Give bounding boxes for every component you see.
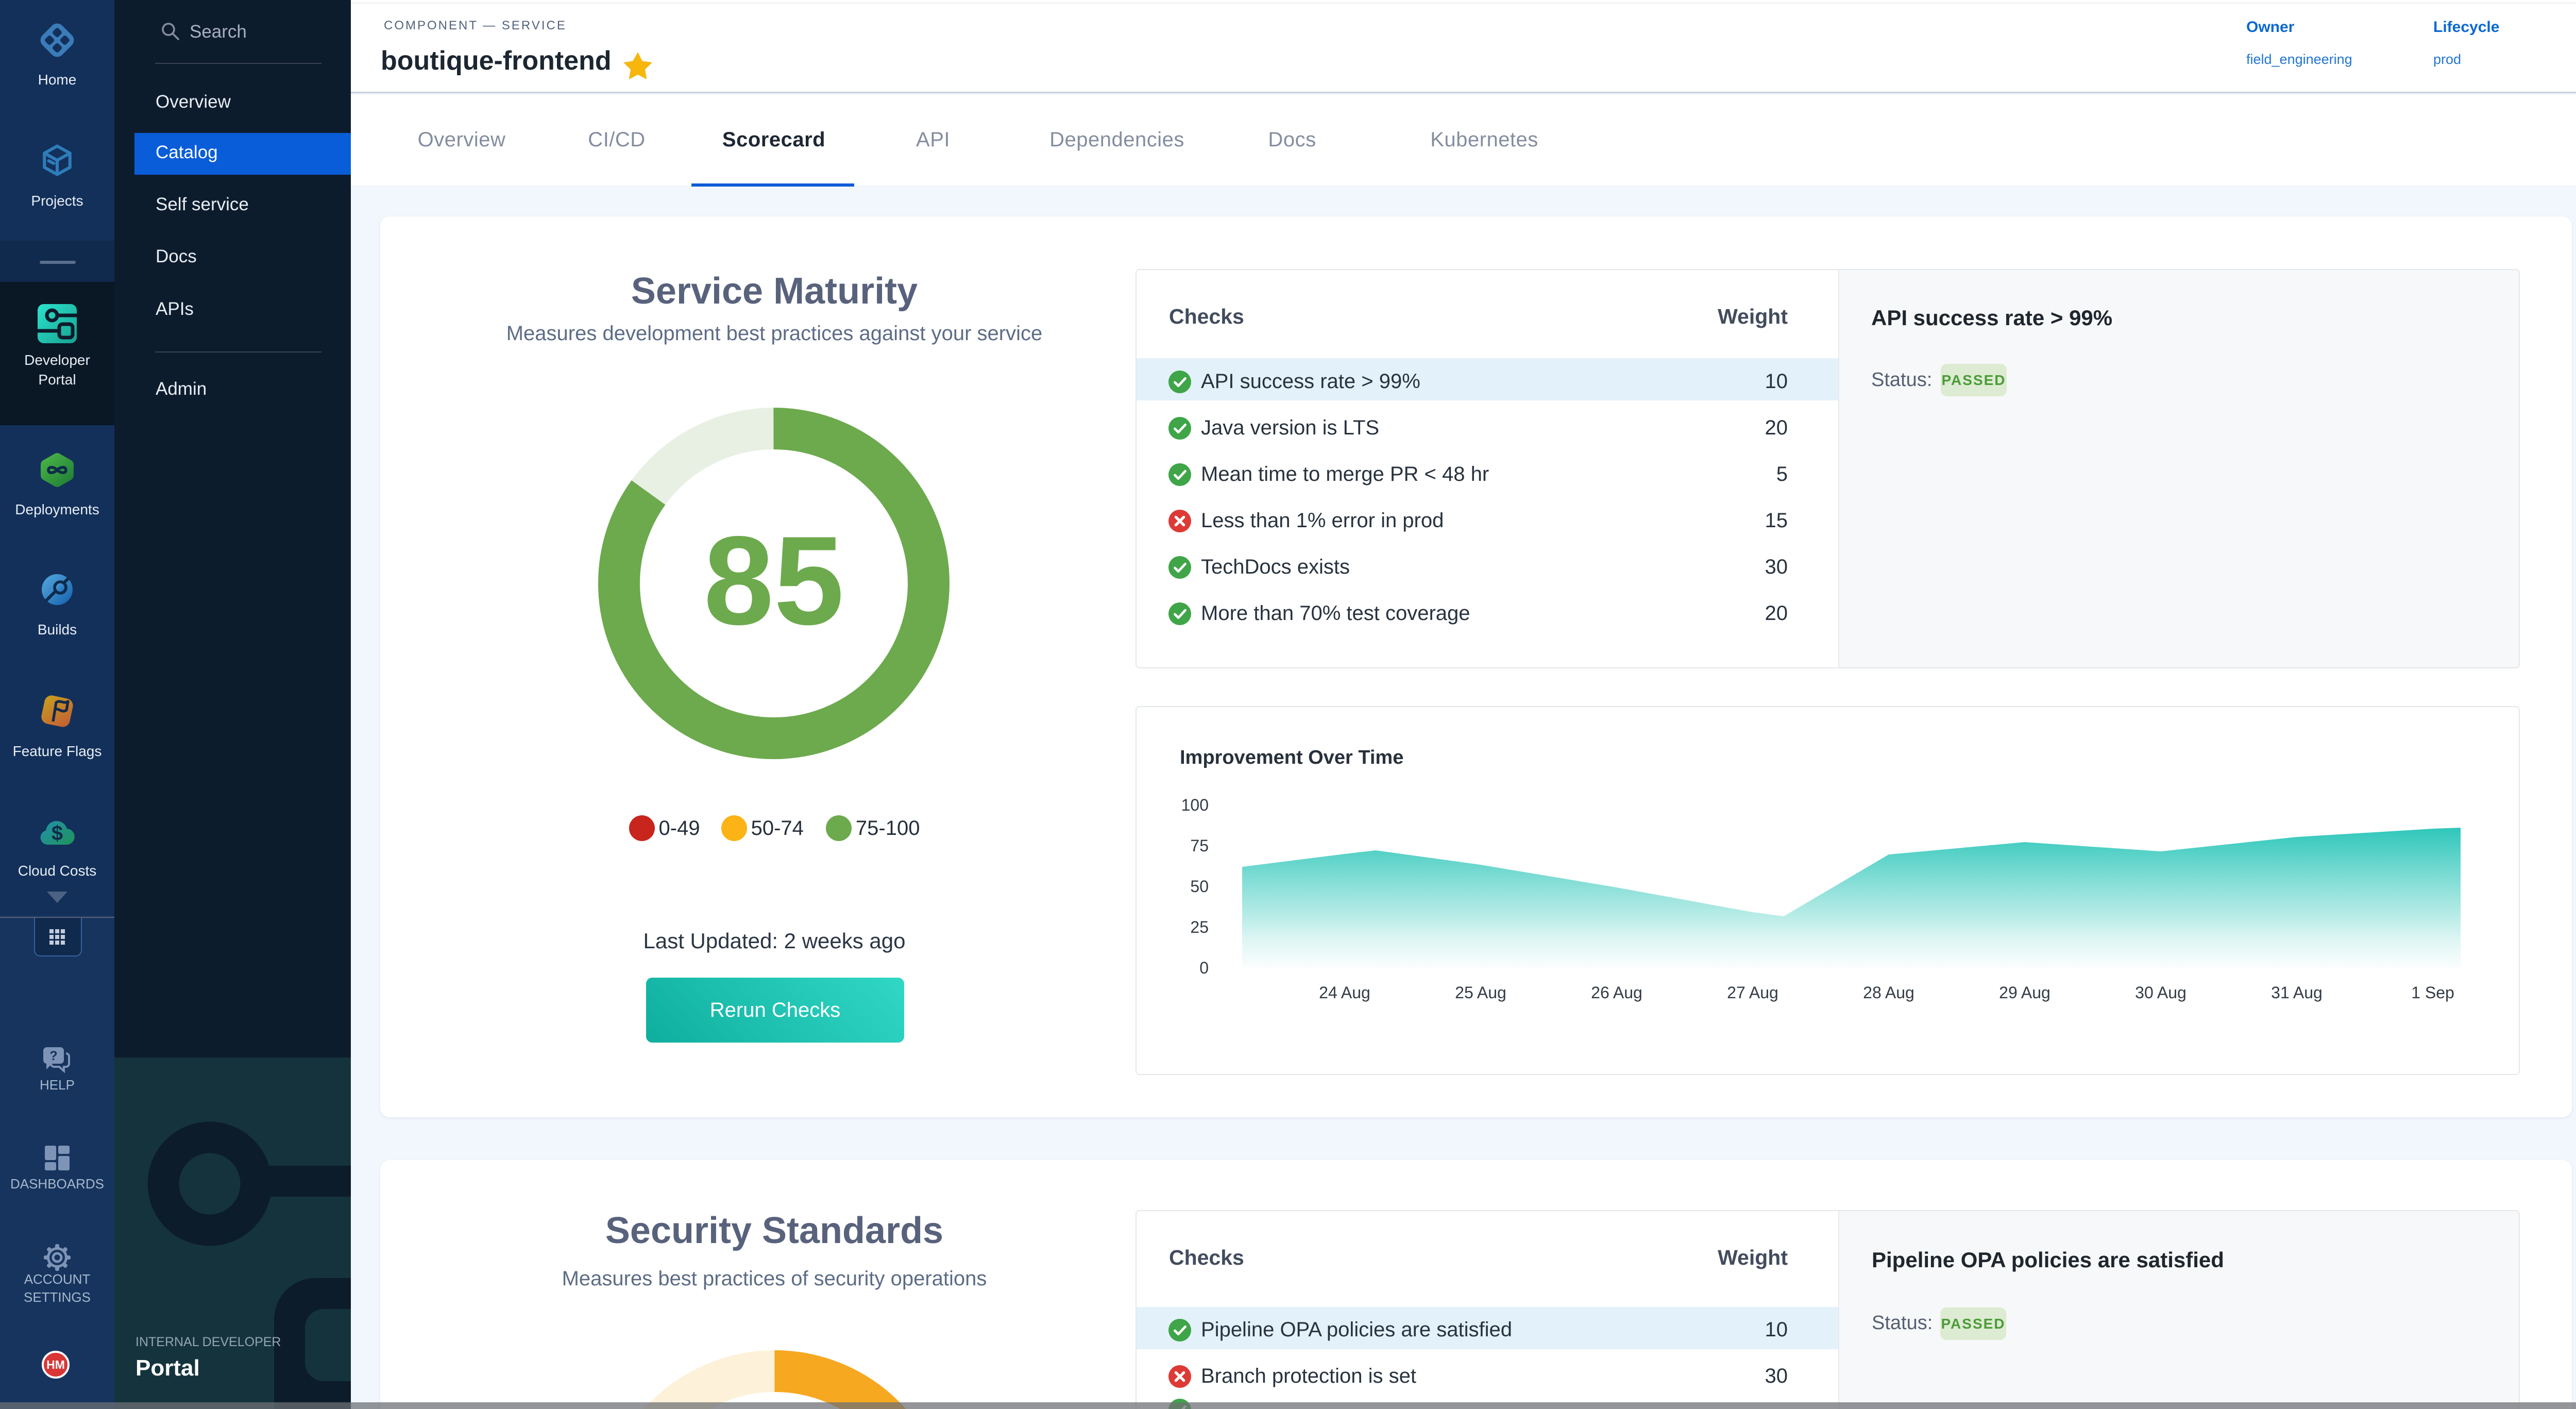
svg-text:$: $ bbox=[52, 822, 63, 845]
svg-text:?: ? bbox=[49, 1049, 57, 1063]
svg-text:85: 85 bbox=[704, 510, 844, 651]
